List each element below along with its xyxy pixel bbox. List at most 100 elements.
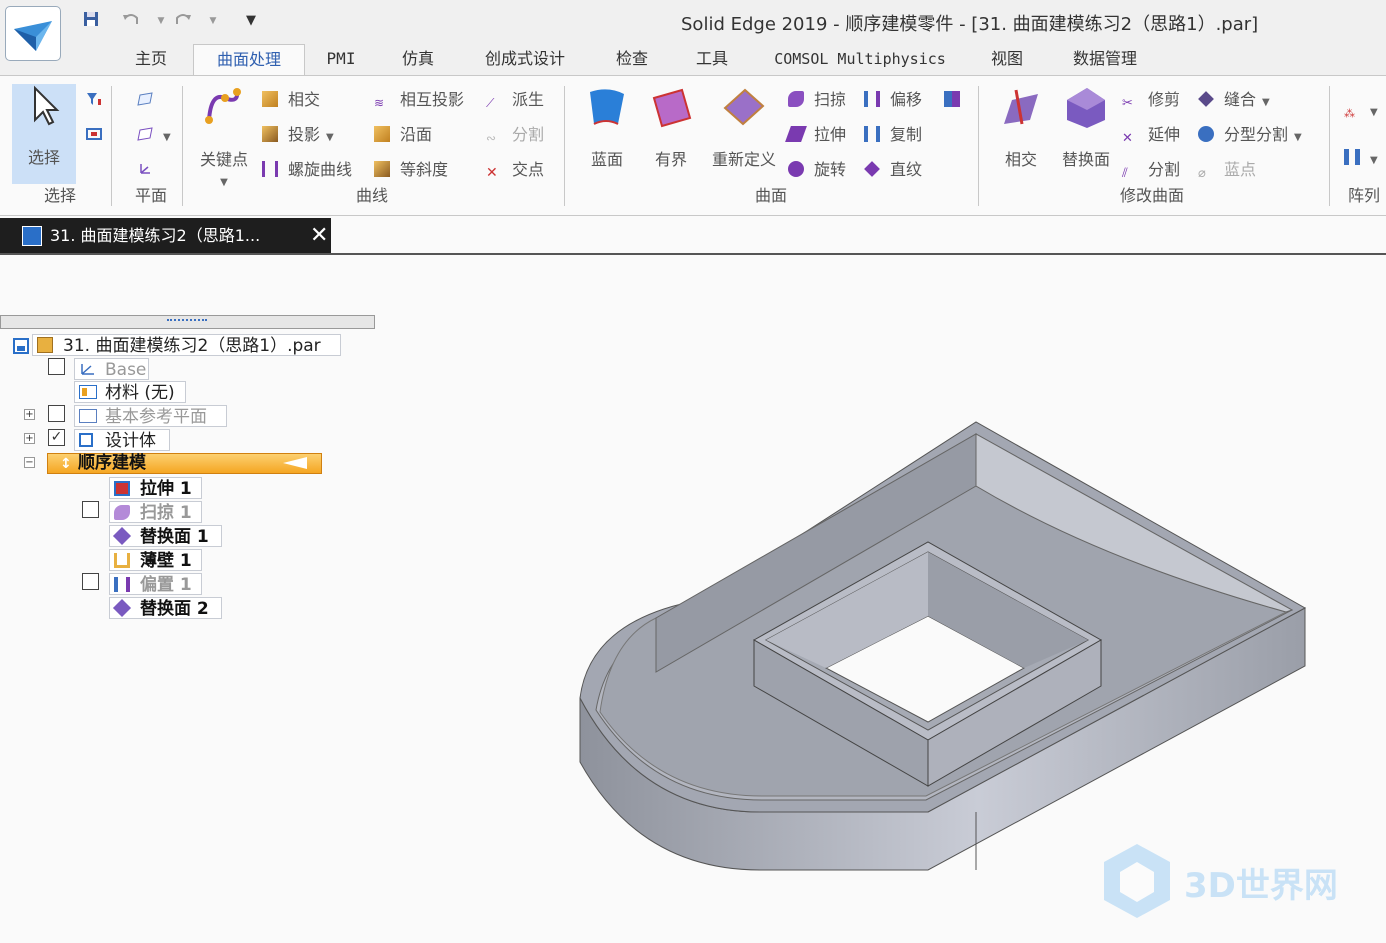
close-tab-icon[interactable]: ✕ [310,218,328,254]
tab-generative-design[interactable]: 创成式设计 [472,44,578,76]
contour-curve-button[interactable]: 沿面 [374,123,432,147]
project-curve-icon [262,126,278,142]
pane-splitter[interactable] [0,315,375,329]
watermark-logo: 3D世界网 [1100,840,1370,930]
revolve-surface-icon [788,161,804,177]
revolve-surface-button[interactable]: 旋转 [788,158,846,182]
parting-split-button[interactable]: 分型分割 ▼ [1198,123,1302,147]
redefine-button[interactable]: 重新定义 [706,84,782,170]
intersection-point-button[interactable]: ✕ 交点 [486,158,544,182]
bluesurf-button[interactable]: 蓝面 [578,84,636,170]
coordinate-system-icon[interactable] [137,158,163,182]
undo-icon[interactable] [120,10,142,32]
part-icon [12,337,32,355]
tree-item-feature[interactable]: 替换面 2 [109,597,222,619]
project-curve-button[interactable]: 投影 ▼ [262,123,334,147]
helix-curve-button[interactable]: 螺旋曲线 [262,158,352,182]
design-body-visibility-checkbox[interactable]: ✓ [48,429,65,446]
trim-button[interactable]: ✂ 修剪 [1122,88,1180,112]
tree-root[interactable]: 31. 曲面建模练习2（思路1）.par [32,334,341,356]
graphics-viewport[interactable] [375,256,1386,939]
split-curve-icon: ∾ [486,131,497,145]
tab-home[interactable]: 主页 [118,44,184,76]
extend-button[interactable]: ✕ 延伸 [1122,123,1180,147]
select-box-icon[interactable] [86,123,112,147]
tree-item-ref-planes[interactable]: 基本参考平面 [74,405,227,427]
sweep-visibility-checkbox[interactable] [82,501,99,518]
tree-item-feature[interactable]: 拉伸 1 [109,477,202,499]
plane-icon[interactable] [137,88,163,112]
tree-item-feature[interactable]: 偏置 1 [109,573,202,595]
application-button[interactable] [5,6,61,61]
swept-icon [788,91,804,107]
undo-dropdown-icon[interactable]: ▼ [150,10,172,32]
tree-item-feature[interactable]: 替换面 1 [109,525,222,547]
expand-ref-planes-icon[interactable]: + [24,409,35,420]
copy-surface-button[interactable]: 复制 [864,123,922,147]
replace-face-feature-icon [112,526,132,546]
ordered-icon: ↕ [60,456,72,472]
derived-curve-button[interactable]: ⟋ 派生 [486,88,544,112]
save-icon[interactable] [80,10,102,32]
tree-item-ordered[interactable]: ↕ 顺序建模 [47,453,322,474]
select-button[interactable]: 选择 [12,84,76,184]
ruled-surface-button[interactable]: 直纹 [864,158,922,182]
replace-face-button[interactable]: 替换面 [1056,84,1116,170]
tab-tools[interactable]: 工具 [680,44,744,76]
redo-icon[interactable] [172,10,194,32]
tab-inspect[interactable]: 检查 [600,44,664,76]
document-tab[interactable]: 31. 曲面建模练习2（思路1... ✕ [0,218,331,254]
trim-icon: ✂ [1122,96,1133,111]
split-surface-button[interactable]: ⫽ 分割 [1122,158,1180,182]
tab-comsol[interactable]: COMSOL Multiphysics [768,44,952,76]
plane-set-icon [79,409,97,423]
mirror-icon[interactable]: ▼ [1344,146,1378,170]
isocline-button[interactable]: 等斜度 [374,158,448,182]
extrude-surface-button[interactable]: 拉伸 [785,123,846,147]
tree-item-feature[interactable]: 扫掠 1 [109,501,202,523]
bounded-button[interactable]: 有界 [642,84,700,170]
intersect-curve-icon [262,91,278,107]
rollback-marker-icon[interactable] [283,457,307,469]
offset-surface-button[interactable]: 偏移 [864,88,922,112]
grip-icon [167,319,207,324]
window-title: Solid Edge 2019 - 顺序建模零件 - [31. 曲面建模练习2（… [681,14,1259,35]
helix-icon [262,161,278,177]
bluedot-button[interactable]: ⌀ 蓝点 [1198,158,1256,182]
title-bar: ▼ ▼ ▼ Solid Edge 2019 - 顺序建模零件 - [31. 曲面… [0,0,1386,76]
part-model[interactable] [375,256,1386,939]
pattern-icon[interactable]: ⁂ ▼ [1344,98,1378,122]
cube-logo-icon [1104,844,1170,918]
tree-item-base[interactable]: Base [74,358,149,380]
tab-surfacing[interactable]: 曲面处理 [193,44,305,76]
intersect-curve-button[interactable]: 相交 [262,88,320,112]
tree-item-feature[interactable]: 薄壁 1 [109,549,202,571]
customize-icon[interactable]: ▼ [240,10,262,32]
intersect-surface-button[interactable]: 相交 [992,84,1050,170]
tab-view[interactable]: 视图 [975,44,1039,76]
solid-edge-logo-icon [14,21,52,51]
plane-options-icon[interactable]: ▼ [137,123,171,147]
design-body-icon [79,433,93,447]
swept-button[interactable]: 扫掠 [788,88,846,112]
tree-item-material[interactable]: 材料 (无) [74,381,186,403]
split-curve-button[interactable]: ∾ 分割 [486,123,544,147]
group-label-select: 选择 [44,186,77,205]
extend-icon: ✕ [1122,131,1133,146]
ref-planes-visibility-checkbox[interactable] [48,405,65,422]
cross-curve-button[interactable]: ≋ 相互投影 [374,88,464,112]
tab-pmi[interactable]: PMI [318,44,364,76]
base-visibility-checkbox[interactable] [48,358,65,375]
select-filter-icon[interactable] [86,88,112,112]
tab-data-management[interactable]: 数据管理 [1062,44,1148,76]
collapse-ordered-icon[interactable]: − [24,457,35,468]
offset-visibility-checkbox[interactable] [82,573,99,590]
tab-simulation[interactable]: 仿真 [388,44,448,76]
redo-dropdown-icon[interactable]: ▼ [202,10,224,32]
expand-design-body-icon[interactable]: + [24,433,35,444]
coordinate-system-icon [81,364,94,375]
keypoint-curve-button[interactable]: 关键点 ▼ [194,84,254,189]
surface-extra-icon[interactable] [944,88,970,112]
stitch-button[interactable]: 缝合 ▼ [1198,88,1270,112]
tree-item-design-body[interactable]: 设计体 [74,429,170,451]
